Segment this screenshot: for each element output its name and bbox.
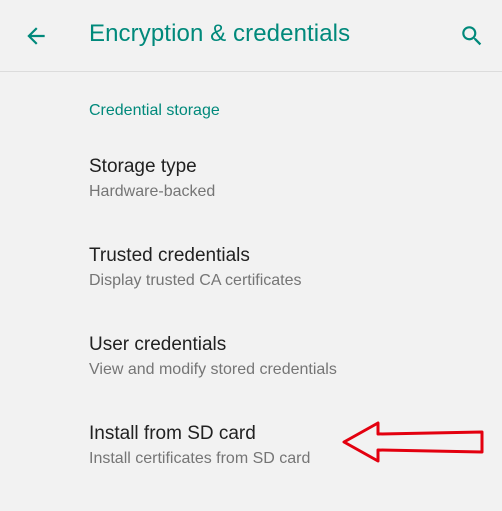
arrow-back-icon [27,27,45,45]
pref-summary: Display trusted CA certificates [89,272,302,289]
search-button[interactable] [450,14,494,58]
pref-summary: Hardware-backed [89,183,216,200]
back-button[interactable] [14,14,58,58]
pref-trusted-credentials[interactable]: Trusted credentials Display trusted CA c… [0,244,502,333]
app-bar: Encryption & credentials [0,0,502,72]
pref-summary: View and modify stored credentials [89,361,337,378]
pref-storage-type[interactable]: Storage type Hardware-backed [0,155,502,244]
pref-title: Trusted credentials [89,245,250,266]
red-arrow-icon [342,421,484,463]
search-icon [462,26,482,46]
pref-title: Storage type [89,156,197,177]
pref-title: User credentials [89,334,227,355]
section-header-credential-storage: Credential storage [89,102,220,119]
pref-user-credentials[interactable]: User credentials View and modify stored … [0,333,502,422]
page-title: Encryption & credentials [89,20,351,47]
